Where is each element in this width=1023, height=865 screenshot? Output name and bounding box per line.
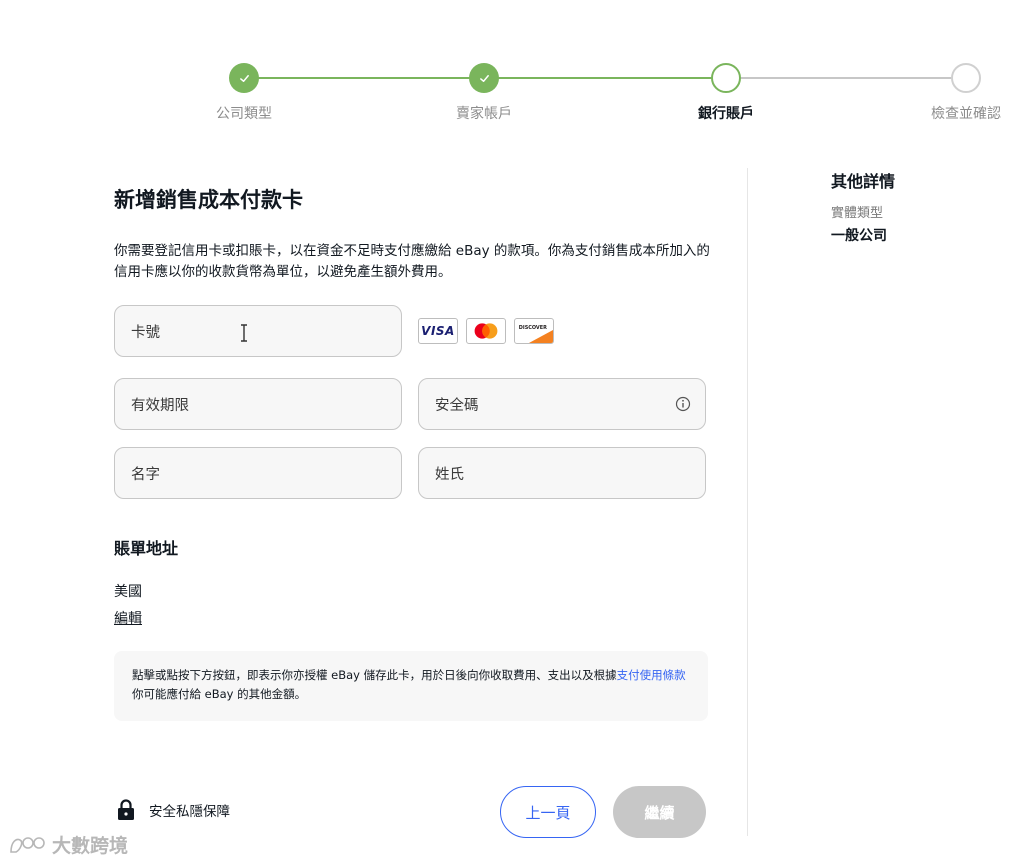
step-label-seller-account: 賣家帳戶 bbox=[456, 106, 512, 122]
step-complete-check-icon bbox=[469, 63, 499, 93]
discover-icon: DISCOVER bbox=[514, 318, 554, 344]
previous-page-button[interactable]: 上一頁 bbox=[500, 786, 596, 838]
text-cursor-icon bbox=[241, 324, 247, 342]
visa-icon: VISA bbox=[418, 318, 458, 344]
form-header: 新增銷售成本付款卡 bbox=[114, 184, 714, 214]
watermark-text: 大數跨境 bbox=[52, 835, 129, 857]
step-complete-check-icon bbox=[229, 63, 259, 93]
step-connector bbox=[740, 77, 952, 79]
entity-type-label: 實體類型 bbox=[831, 206, 884, 221]
privacy-protection: 安全私隱保障 bbox=[117, 799, 230, 821]
discover-wordmark: DISCOVER bbox=[519, 325, 547, 331]
continue-button[interactable]: 繼續 bbox=[613, 786, 706, 838]
step-pending-indicator bbox=[951, 63, 981, 93]
expiry-date-field[interactable]: 有效期限 bbox=[114, 378, 402, 430]
edit-address-link[interactable]: 編輯 bbox=[114, 608, 142, 628]
step-connector bbox=[258, 77, 470, 79]
form-description: 你需要登記信用卡或扣賬卡，以在資金不足時支付應繳給 eBay 的款項。你為支付銷… bbox=[114, 243, 710, 280]
privacy-label: 安全私隱保障 bbox=[149, 804, 230, 820]
authorization-notice: 點擊或點按下方按鈕，即表示你亦授權 eBay 儲存此卡，用於日後向你收取費用、支… bbox=[114, 651, 708, 721]
security-code-field[interactable]: 安全碼 bbox=[418, 378, 706, 430]
step-label-company-type: 公司類型 bbox=[216, 106, 272, 122]
watermark-logo-icon bbox=[10, 836, 45, 853]
info-icon[interactable] bbox=[675, 396, 691, 412]
notice-text: 點擊或點按下方按鈕，即表示你亦授權 eBay 儲存此卡，用於日後向你收取費用、支… bbox=[132, 668, 617, 682]
card-number-field[interactable]: 卡號 bbox=[114, 305, 402, 357]
last-name-placeholder: 姓氏 bbox=[435, 466, 464, 483]
notice-text-end: 你可能應付給 eBay 的其他金額。 bbox=[132, 687, 307, 701]
column-divider bbox=[747, 168, 748, 836]
step-label-bank-account: 銀行賬戶 bbox=[698, 106, 754, 122]
entity-type-value: 一般公司 bbox=[831, 228, 887, 244]
security-code-placeholder: 安全碼 bbox=[435, 397, 479, 414]
step-current-indicator bbox=[711, 63, 741, 93]
details-sidebar: 其他詳情 實體類型 一般公司 bbox=[831, 168, 1011, 245]
last-name-field[interactable]: 姓氏 bbox=[418, 447, 706, 499]
billing-address-heading: 賬單地址 bbox=[114, 539, 179, 558]
first-name-placeholder: 名字 bbox=[131, 466, 160, 483]
step-label-review-confirm: 檢查並確認 bbox=[931, 106, 1001, 122]
mastercard-icon bbox=[466, 318, 506, 344]
page-title: 新增銷售成本付款卡 bbox=[114, 188, 303, 212]
billing-country: 美國 bbox=[114, 584, 142, 600]
lock-icon bbox=[118, 799, 134, 820]
first-name-field[interactable]: 名字 bbox=[114, 447, 402, 499]
step-connector bbox=[498, 77, 712, 79]
accepted-cards: VISA DISCOVER bbox=[418, 318, 554, 344]
watermark: 大數跨境 bbox=[8, 831, 128, 858]
sidebar-title: 其他詳情 bbox=[831, 172, 896, 191]
expiry-date-placeholder: 有效期限 bbox=[131, 397, 189, 414]
card-number-placeholder: 卡號 bbox=[131, 324, 160, 341]
payment-terms-link[interactable]: 支付使用條款 bbox=[617, 668, 686, 682]
progress-stepper: 公司類型 賣家帳戶 銀行賬戶 檢查並確認 bbox=[0, 0, 1023, 130]
